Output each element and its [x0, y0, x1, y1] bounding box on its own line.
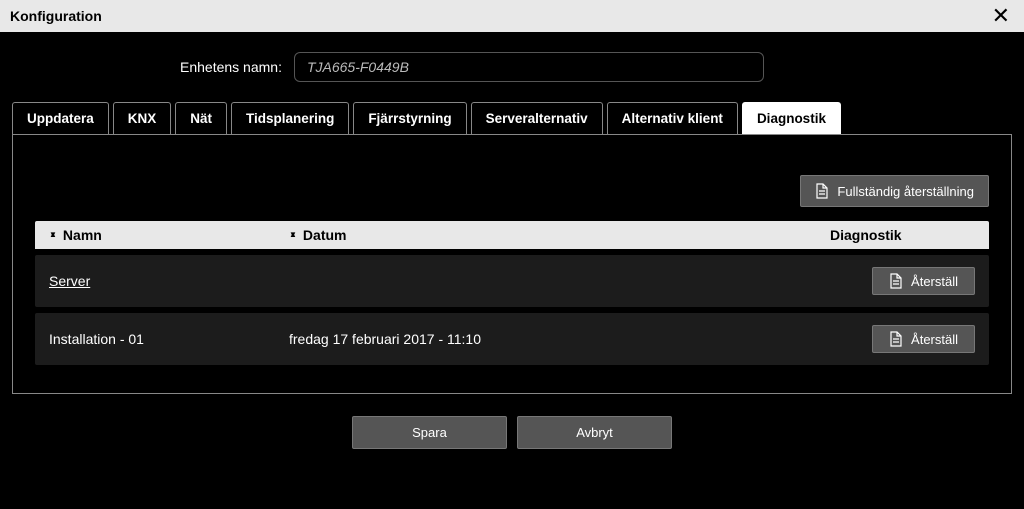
row-name: Installation - 01: [49, 331, 144, 347]
row-name-link[interactable]: Server: [49, 273, 90, 289]
reset-button[interactable]: Återställ: [872, 325, 975, 353]
tab-alternativ-klient[interactable]: Alternativ klient: [607, 102, 738, 134]
device-name-label: Enhetens namn:: [180, 59, 282, 75]
footer-buttons: Spara Avbryt: [0, 394, 1024, 471]
full-reset-label: Fullständig återställning: [837, 184, 974, 199]
col-header-date-label: Datum: [303, 227, 347, 243]
panel-top: Fullständig återställning: [35, 135, 989, 221]
cancel-button[interactable]: Avbryt: [517, 416, 672, 449]
close-icon[interactable]: ✕: [988, 5, 1014, 27]
row-date: fredag 17 februari 2017 - 11:10: [289, 331, 481, 347]
diagnostik-panel: Fullständig återställning ▲▼ Namn ▲▼ Dat…: [12, 134, 1012, 394]
window-title: Konfiguration: [10, 8, 102, 24]
cancel-label: Avbryt: [576, 425, 613, 440]
save-button[interactable]: Spara: [352, 416, 507, 449]
reset-label: Återställ: [911, 332, 958, 347]
document-icon: [889, 273, 903, 289]
tab-fjarrstyrning[interactable]: Fjärrstyrning: [353, 102, 466, 134]
document-icon: [889, 331, 903, 347]
tab-nat[interactable]: Nät: [175, 102, 227, 134]
device-name-row: Enhetens namn:: [0, 32, 1024, 102]
reset-button[interactable]: Återställ: [872, 267, 975, 295]
col-header-date[interactable]: ▲▼ Datum: [289, 227, 830, 243]
tabs: Uppdatera KNX Nät Tidsplanering Fjärrsty…: [0, 102, 1024, 134]
col-header-diag: Diagnostik: [830, 227, 975, 243]
col-header-name[interactable]: ▲▼ Namn: [49, 227, 289, 243]
full-reset-button[interactable]: Fullständig återställning: [800, 175, 989, 207]
table-row: Installation - 01 fredag 17 februari 201…: [35, 313, 989, 365]
save-label: Spara: [412, 425, 447, 440]
titlebar: Konfiguration ✕: [0, 0, 1024, 32]
tab-serveralternativ[interactable]: Serveralternativ: [471, 102, 603, 134]
col-header-name-label: Namn: [63, 227, 102, 243]
tab-tidsplanering[interactable]: Tidsplanering: [231, 102, 349, 134]
tab-knx[interactable]: KNX: [113, 102, 172, 134]
col-header-diag-label: Diagnostik: [830, 227, 902, 243]
table-header: ▲▼ Namn ▲▼ Datum Diagnostik: [35, 221, 989, 249]
tab-diagnostik[interactable]: Diagnostik: [742, 102, 841, 134]
table-row: Server Återställ: [35, 255, 989, 307]
reset-label: Återställ: [911, 274, 958, 289]
tab-uppdatera[interactable]: Uppdatera: [12, 102, 109, 134]
document-icon: [815, 183, 829, 199]
device-name-input[interactable]: [294, 52, 764, 82]
